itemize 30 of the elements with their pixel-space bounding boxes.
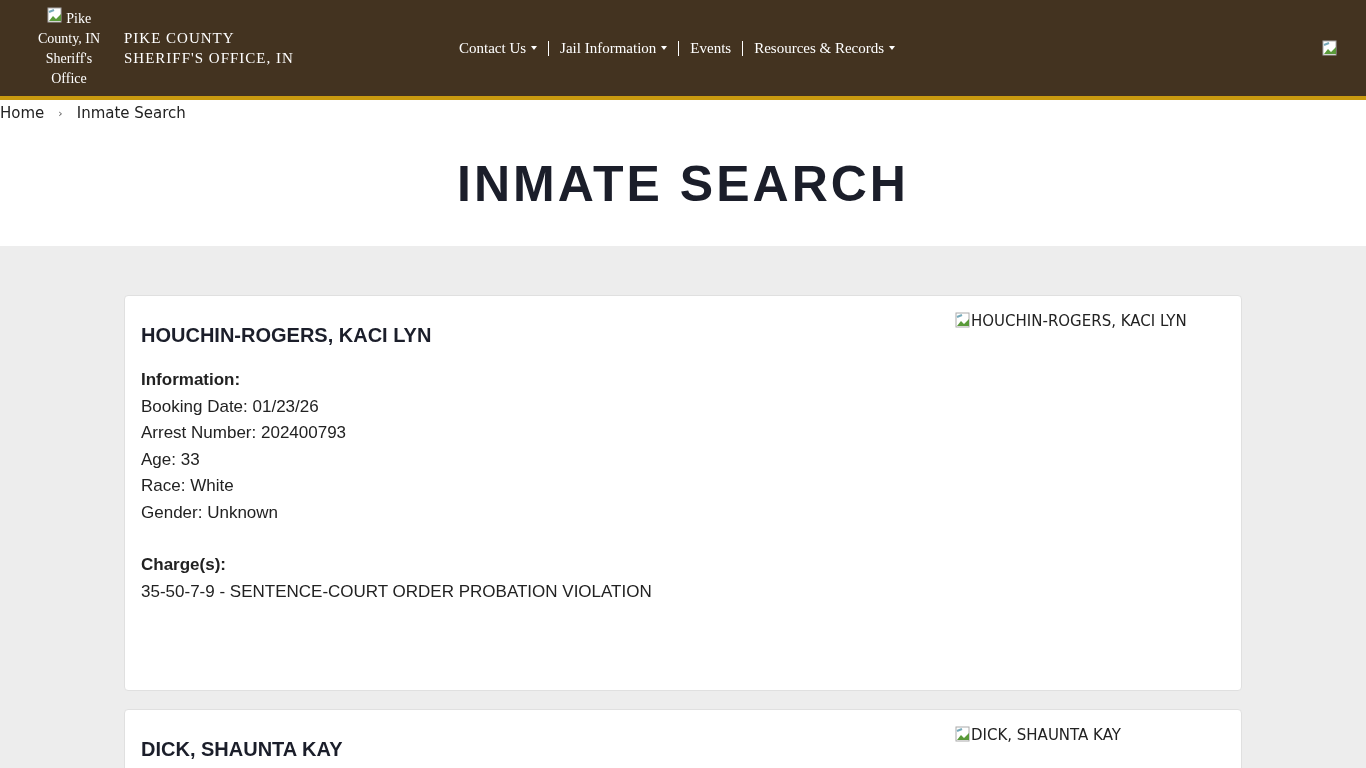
photo-alt-text: DICK, SHAUNTA KAY bbox=[971, 726, 1121, 744]
page-title: INMATE SEARCH bbox=[457, 155, 909, 213]
caret-icon bbox=[531, 46, 538, 50]
breadcrumb-link[interactable]: Home bbox=[0, 104, 45, 122]
inmate-name: HOUCHIN-ROGERS, KACI LYN bbox=[141, 324, 433, 347]
nav-link[interactable]: Jail Information bbox=[548, 40, 679, 56]
charge-text: 35-50-7-9 - SENTENCE-COURT ORDER PROBATION VIOLATION bbox=[141, 580, 652, 603]
nav-link[interactable]: Resources & Records bbox=[742, 40, 907, 56]
nav-link[interactable]: Contact Us bbox=[448, 40, 549, 56]
caret-icon bbox=[661, 46, 668, 50]
broken-image-icon bbox=[955, 312, 971, 328]
broken-image-icon bbox=[46, 7, 63, 23]
logo-alt-text[interactable]: Pike County, IN Sheriff's Office bbox=[28, 7, 110, 89]
caret-icon bbox=[889, 46, 896, 50]
info-field: Booking Date: 01/23/26 bbox=[141, 393, 652, 420]
breadcrumb-separator: › bbox=[58, 106, 63, 120]
info-field: Gender: Unknown bbox=[141, 499, 652, 526]
info-field: Race: White bbox=[141, 473, 652, 500]
broken-image-icon bbox=[955, 726, 971, 742]
info-field: Age: 33 bbox=[141, 446, 652, 473]
nav-link[interactable]: Events bbox=[678, 40, 743, 56]
photo-alt-text: HOUCHIN-ROGERS, KACI LYN bbox=[971, 312, 1187, 330]
broken-image-icon bbox=[1322, 40, 1338, 56]
charges-heading: Charge(s): bbox=[141, 554, 227, 576]
site-title: PIKE COUNTY bbox=[124, 29, 236, 48]
breadcrumb-link[interactable]: Inmate Search bbox=[76, 104, 186, 122]
inmate-name: DICK, SHAUNTA KAY bbox=[141, 738, 343, 761]
info-field: Arrest Number: 202400793 bbox=[141, 420, 652, 447]
info-heading: Information: bbox=[141, 369, 242, 391]
site-title: SHERIFF'S OFFICE, IN bbox=[124, 49, 294, 68]
